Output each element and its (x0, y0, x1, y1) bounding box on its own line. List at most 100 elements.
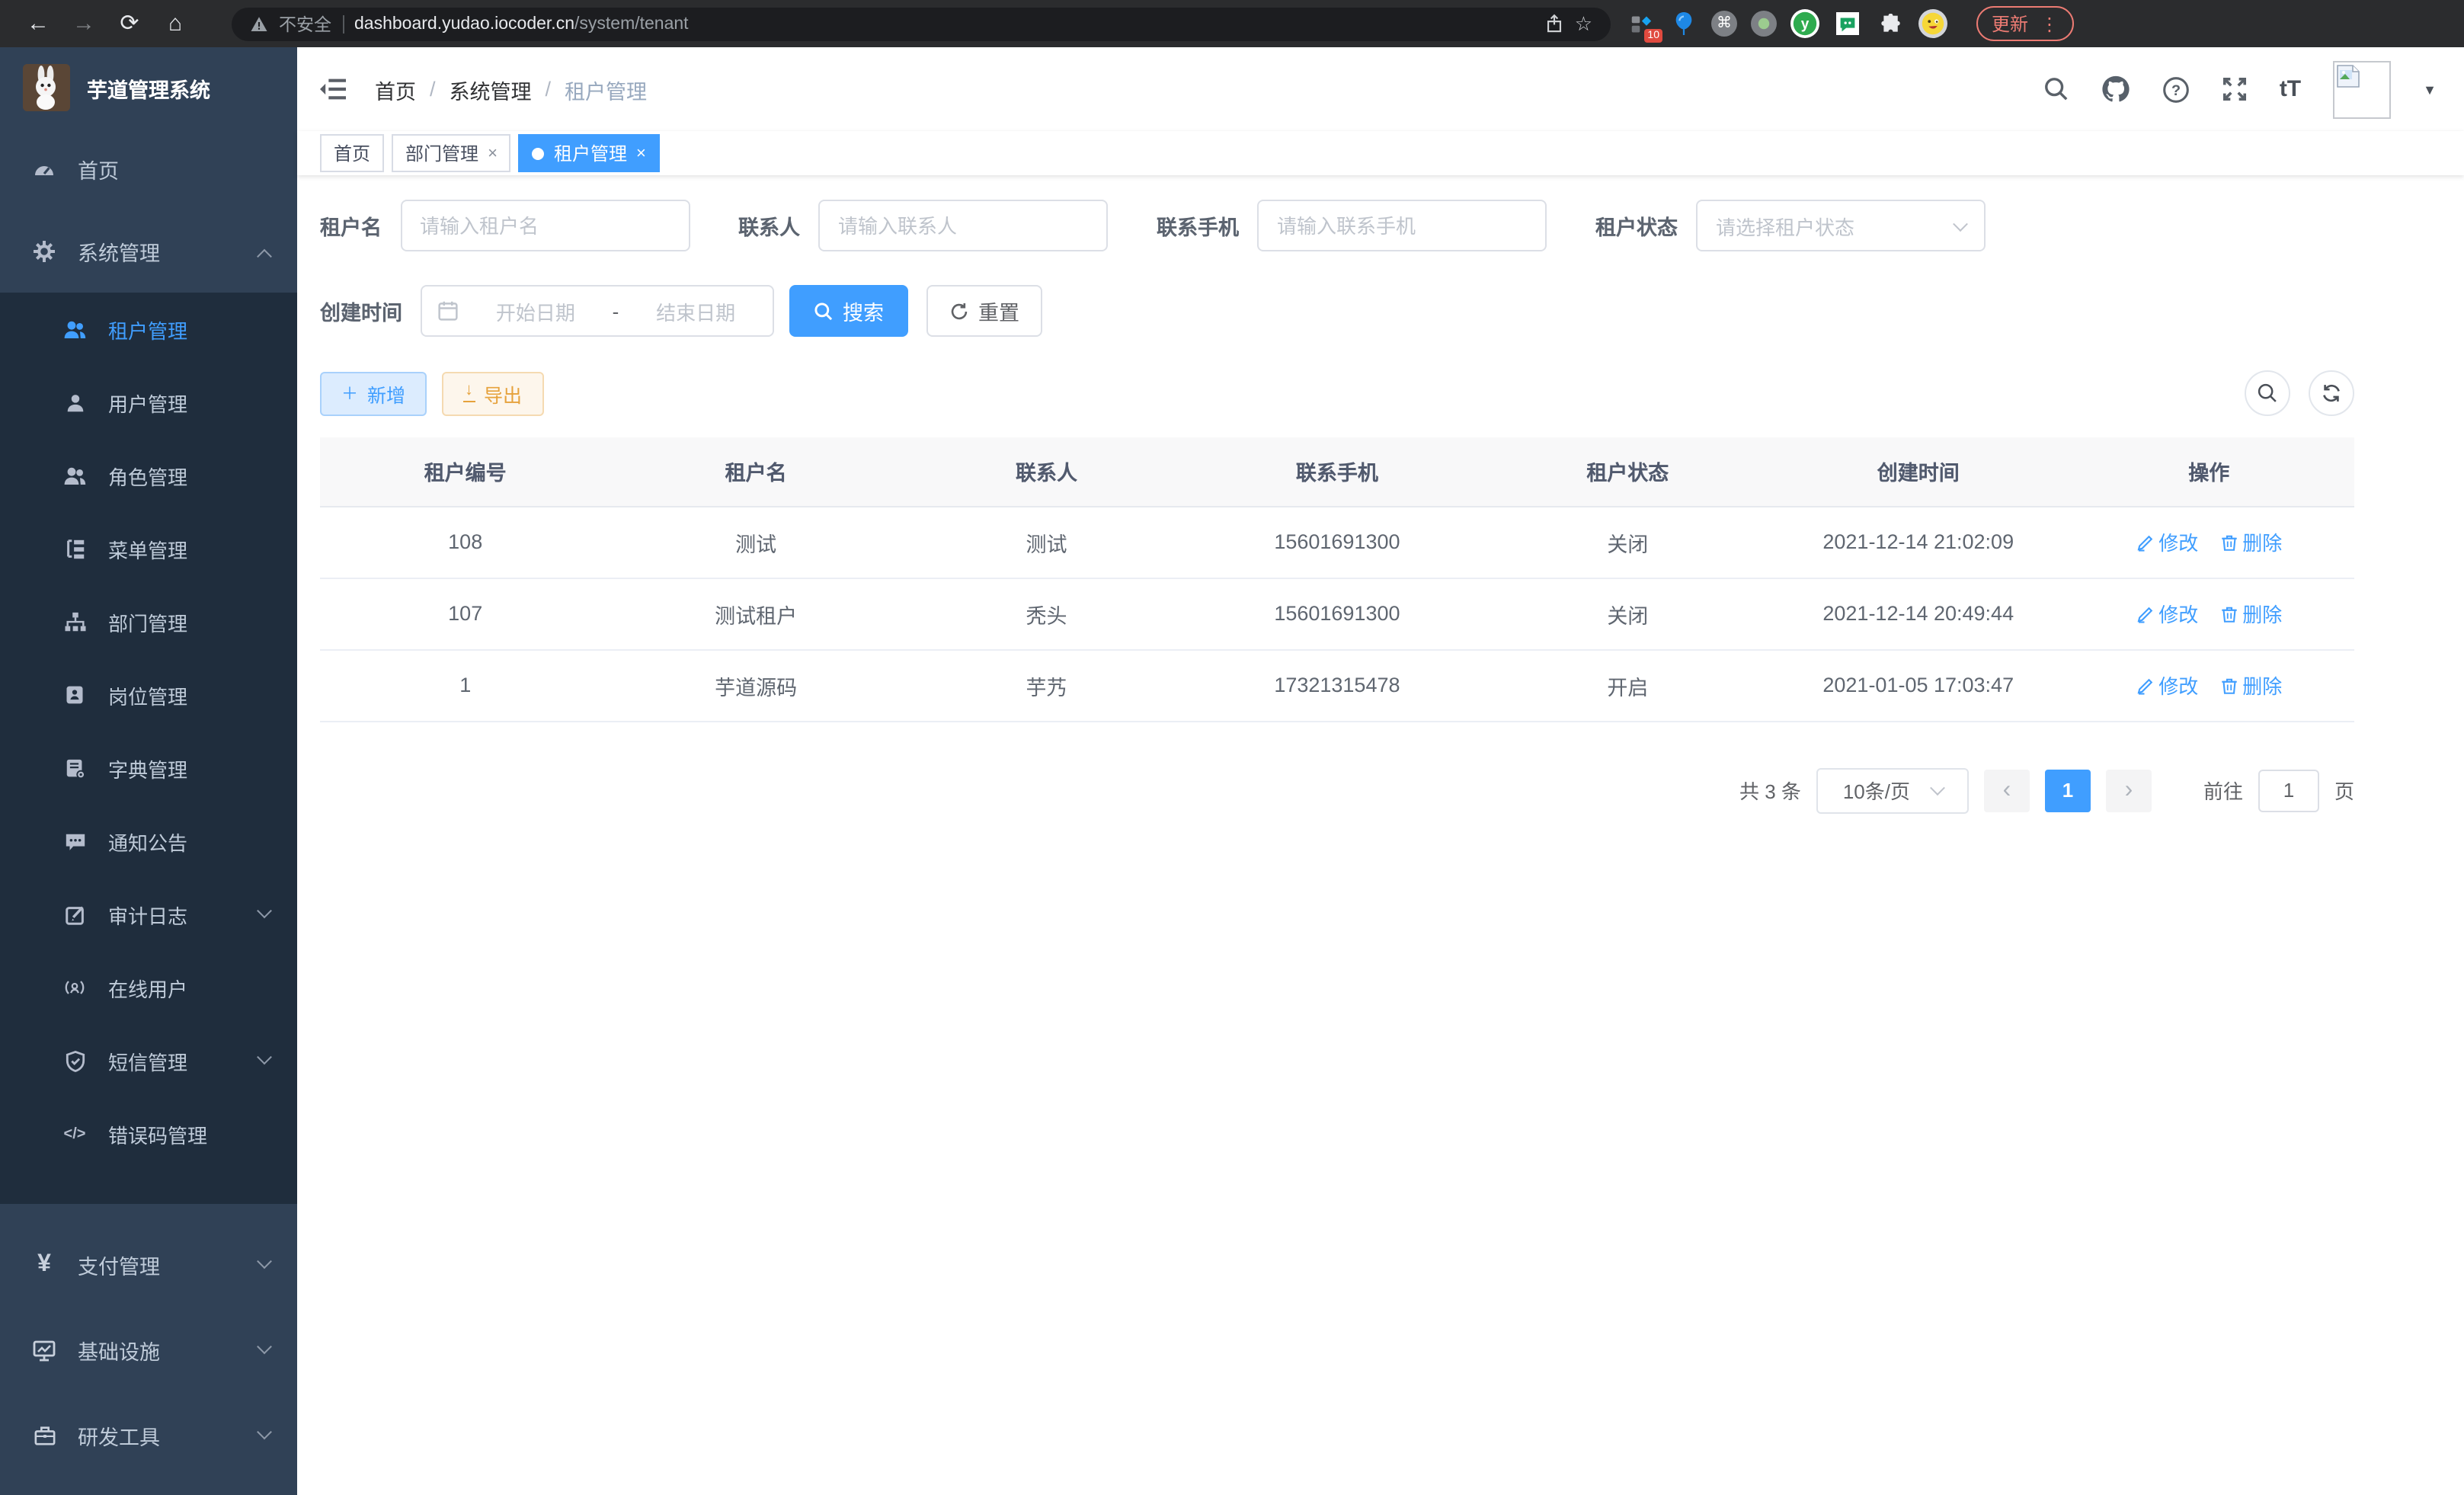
sidebar-item-sms[interactable]: 短信管理 (0, 1024, 297, 1097)
sidebar-item-online-users[interactable]: 在线用户 (0, 951, 297, 1024)
extension-badge-icon[interactable]: 10 (1626, 9, 1655, 38)
current-page-button[interactable]: 1 (2045, 769, 2091, 812)
extensions-row: 10 ⌘ y 更新 ⋮ (1626, 6, 2074, 41)
profile-avatar-icon[interactable] (1918, 9, 1947, 38)
url-text[interactable]: dashboard.yudao.iocoder.cn/system/tenant (354, 14, 689, 33)
breadcrumb-system[interactable]: 系统管理 (450, 74, 532, 104)
prev-page-button[interactable]: ‹ (1984, 769, 2030, 812)
contact-input[interactable] (818, 200, 1108, 251)
active-dot (533, 147, 545, 159)
sidebar-item-system[interactable]: 系统管理 (0, 210, 297, 293)
back-icon[interactable]: ← (15, 0, 61, 47)
tenant-name-input[interactable] (400, 200, 690, 251)
sidebar-item-devtools[interactable]: 研发工具 (0, 1393, 297, 1478)
status-label: 租户状态 (1595, 210, 1678, 241)
breadcrumb-home[interactable]: 首页 (375, 74, 416, 104)
delete-link[interactable]: 删除 (2219, 599, 2282, 628)
cell-mobile: 15601691300 (1192, 506, 1482, 578)
search-icon[interactable] (2043, 76, 2069, 102)
sidebar-item-pay[interactable]: ¥ 支付管理 (0, 1222, 297, 1308)
date-start-placeholder[interactable]: 开始日期 (474, 296, 597, 325)
close-icon[interactable]: × (636, 144, 646, 162)
tab-home[interactable]: 首页 (320, 134, 384, 172)
recorder-extension-icon[interactable] (1751, 11, 1777, 37)
forward-icon[interactable]: → (61, 0, 107, 47)
tenant-table: 租户编号 租户名 联系人 联系手机 租户状态 创建时间 操作 1 (320, 437, 2354, 722)
sidebar-item-post[interactable]: 岗位管理 (0, 658, 297, 731)
extensions-puzzle-icon[interactable] (1876, 9, 1905, 38)
date-end-placeholder[interactable]: 结束日期 (634, 296, 757, 325)
trash-icon (2219, 604, 2238, 623)
sidebar-item-role[interactable]: 角色管理 (0, 439, 297, 512)
export-button[interactable]: ↓ 导出 (442, 371, 543, 415)
goto-page-input[interactable] (2258, 769, 2319, 812)
security-label[interactable]: 不安全 (279, 11, 331, 36)
edit-link[interactable]: 修改 (2136, 527, 2198, 556)
yen-icon: ¥ (30, 1251, 58, 1279)
app-logo (23, 64, 70, 111)
sidebar-item-audit-log[interactable]: 审计日志 (0, 878, 297, 951)
menu-kebab-icon[interactable]: ⋮ (2040, 13, 2059, 34)
user-icon (61, 391, 88, 414)
date-range-picker[interactable]: 开始日期 - 结束日期 (421, 285, 774, 337)
cell-created: 2021-12-14 20:49:44 (1773, 578, 2063, 649)
col-status: 租户状态 (1483, 437, 1773, 506)
chat-extension-icon[interactable] (1833, 9, 1862, 38)
sidebar-item-label: 系统管理 (78, 236, 160, 267)
tab-dept[interactable]: 部门管理 × (392, 134, 511, 172)
help-icon[interactable]: ? (2162, 75, 2190, 103)
sidebar-item-infra[interactable]: 基础设施 (0, 1308, 297, 1393)
table-row: 108 测试 测试 15601691300 关闭 2021-12-14 21:0… (320, 506, 2354, 578)
sidebar-item-tenant[interactable]: 租户管理 (0, 293, 297, 366)
next-page-button[interactable]: › (2106, 769, 2152, 812)
sidebar-fold-icon[interactable] (318, 76, 347, 102)
sidebar-item-errcode[interactable]: </> 错误码管理 (0, 1097, 297, 1170)
github-icon[interactable] (2101, 75, 2130, 104)
font-size-icon[interactable]: tT (2280, 76, 2301, 102)
delete-link[interactable]: 删除 (2219, 671, 2282, 699)
chevron-down-icon (1929, 780, 1944, 796)
fullscreen-icon[interactable] (2222, 76, 2248, 102)
filter-row-1: 租户名 联系人 联系手机 租户状态 (320, 200, 2354, 251)
page-size-select[interactable]: 10条/页 (1816, 767, 1969, 813)
svg-text:?: ? (2171, 82, 2181, 98)
delete-link[interactable]: 删除 (2219, 527, 2282, 556)
app-logo-row[interactable]: 芋道管理系统 (0, 47, 297, 128)
close-icon[interactable]: × (488, 144, 498, 162)
reload-icon[interactable]: ⟳ (107, 0, 152, 47)
yudao-extension-icon[interactable]: y (1790, 9, 1819, 38)
sidebar-item-label: 基础设施 (78, 1335, 160, 1365)
address-bar[interactable]: 不安全 dashboard.yudao.iocoder.cn/system/te… (232, 7, 1611, 40)
sidebar-item-home[interactable]: 首页 (0, 128, 297, 210)
status-select[interactable]: 请选择租户状态 (1696, 200, 1986, 251)
tab-tenant[interactable]: 租户管理 × (519, 134, 660, 172)
sidebar-item-label: 研发工具 (78, 1420, 160, 1451)
home-icon[interactable]: ⌂ (152, 0, 198, 47)
reset-button[interactable]: 重置 (926, 285, 1042, 337)
command-extension-icon[interactable]: ⌘ (1711, 11, 1737, 37)
sidebar-item-notice[interactable]: 通知公告 (0, 805, 297, 878)
edit-icon (2136, 604, 2154, 623)
cell-contact: 芋艿 (901, 649, 1192, 721)
sidebar-item-menu[interactable]: 菜单管理 (0, 512, 297, 585)
mobile-input[interactable] (1257, 200, 1547, 251)
sidebar-item-dept[interactable]: 部门管理 (0, 585, 297, 658)
chevron-up-icon (257, 248, 272, 264)
browser-update-button[interactable]: 更新 ⋮ (1976, 6, 2074, 41)
share-icon[interactable] (1546, 14, 1564, 34)
sidebar-item-user[interactable]: 用户管理 (0, 366, 297, 439)
cell-status: 开启 (1483, 649, 1773, 721)
sidebar-item-label: 菜单管理 (108, 534, 187, 563)
kite-extension-icon[interactable] (1669, 9, 1698, 38)
search-button[interactable]: 搜索 (789, 285, 908, 337)
refresh-button[interactable] (2309, 370, 2354, 416)
cell-created: 2021-01-05 17:03:47 (1773, 649, 2063, 721)
show-search-button[interactable] (2245, 370, 2290, 416)
avatar[interactable] (2333, 60, 2391, 118)
edit-link[interactable]: 修改 (2136, 599, 2198, 628)
add-button[interactable]: ＋ 新增 (320, 371, 427, 415)
caret-down-icon[interactable]: ▼ (2423, 82, 2437, 97)
bookmark-star-icon[interactable]: ☆ (1575, 11, 1592, 36)
edit-link[interactable]: 修改 (2136, 671, 2198, 699)
sidebar-item-dict[interactable]: 字典管理 (0, 731, 297, 805)
